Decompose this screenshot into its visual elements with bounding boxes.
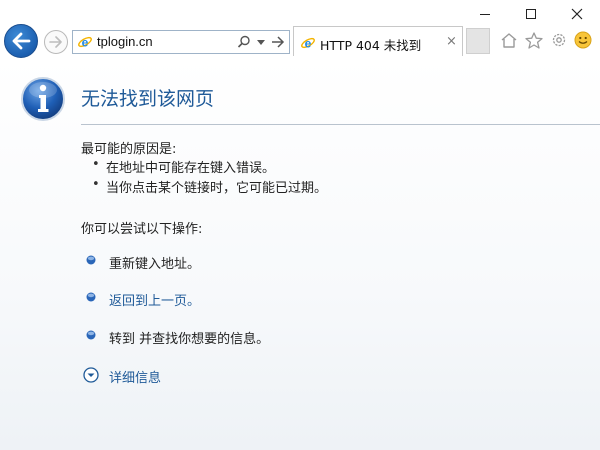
minimize-icon [480, 13, 490, 15]
dropdown-icon[interactable] [257, 40, 265, 45]
home-button[interactable] [499, 30, 519, 50]
ie-logo-icon: e [78, 36, 92, 50]
bullet-dot-icon [86, 330, 96, 340]
address-url: tplogin.cn [97, 34, 153, 49]
action-text: 重新键入地址。 [109, 257, 201, 272]
search-icon[interactable] [237, 35, 251, 49]
page-title: 无法找到该网页 [81, 88, 215, 110]
chevron-down-circle-icon[interactable] [83, 367, 99, 383]
tab-title: HTTP 404 未找到 [320, 38, 422, 53]
more-details-label[interactable]: 详细信息 [109, 367, 161, 386]
tab-http-404[interactable]: e HTTP 404 未找到 × [293, 26, 463, 56]
home-icon [501, 33, 517, 48]
refresh-arrow-icon[interactable] [271, 36, 285, 48]
ie-logo-icon: e [301, 37, 315, 51]
bullet-dot-icon [86, 255, 96, 265]
feedback-button[interactable] [573, 30, 593, 50]
tab-close-icon[interactable]: × [446, 34, 457, 49]
svg-text:e: e [82, 36, 89, 50]
maximize-icon [526, 9, 536, 19]
action-text: 转到 并查找你想要的信息。 [109, 332, 270, 347]
settings-button[interactable] [549, 30, 569, 50]
reason-item: 在地址中可能存在键入错误。 [92, 157, 275, 176]
favorites-button[interactable] [524, 30, 544, 50]
address-bar[interactable]: e tplogin.cn [72, 30, 290, 54]
navigation-bar: e tplogin.cn e HTTP 404 未找到 × [0, 20, 600, 60]
actions-heading: 你可以尝试以下操作: [81, 222, 203, 237]
reason-item: 当你点击某个链接时，它可能已过期。 [92, 177, 327, 196]
go-back-link[interactable]: 返回到上一页。 [109, 290, 200, 309]
bullet-dot-icon [86, 292, 96, 302]
star-icon [525, 31, 543, 49]
gear-icon [552, 33, 566, 47]
svg-text:e: e [305, 37, 312, 51]
forward-button[interactable] [44, 30, 68, 54]
smiley-icon [574, 31, 592, 49]
forward-arrow-icon [49, 36, 62, 48]
back-arrow-icon [12, 32, 31, 50]
back-button[interactable] [4, 24, 38, 58]
reasons-heading: 最可能的原因是: [81, 142, 177, 157]
error-page: 无法找到该网页 最可能的原因是: 在地址中可能存在键入错误。 当你点击某个链接时… [0, 58, 600, 450]
title-divider [81, 124, 600, 125]
close-icon [571, 8, 583, 20]
new-tab-button[interactable] [466, 28, 490, 54]
info-icon [21, 77, 65, 121]
